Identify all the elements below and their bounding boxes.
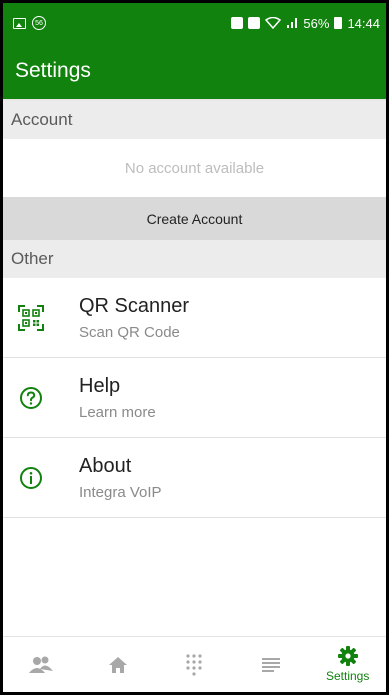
- list-item-help[interactable]: Help Learn more: [3, 358, 386, 438]
- battery-percent: 56%: [303, 15, 330, 31]
- section-header-label: Other: [11, 249, 54, 268]
- nav-home[interactable]: [88, 638, 148, 692]
- list-item-title: Help: [79, 375, 121, 397]
- status-bar: 56 56% 14:44: [3, 3, 386, 43]
- help-circle-icon: [17, 384, 45, 412]
- app-notification-icon: [231, 17, 244, 29]
- signal-icon: [287, 18, 298, 28]
- gallery-notification-icon: [13, 17, 26, 29]
- empty-state-text: No account available: [124, 159, 265, 177]
- nav-dialpad[interactable]: [164, 638, 224, 692]
- alarm-notification-icon: [248, 17, 261, 29]
- nav-contacts[interactable]: [11, 638, 71, 692]
- section-header-other: Other: [3, 240, 386, 278]
- section-header-label: Account: [11, 110, 73, 129]
- info-circle-icon: [17, 464, 45, 492]
- list-item-subtitle: Learn more: [79, 404, 156, 421]
- create-account-button[interactable]: Create Account: [3, 197, 386, 240]
- list-item-title: QR Scanner: [79, 295, 190, 317]
- phone-screen: 56 56% 14:44 Settings Account No account…: [3, 3, 386, 692]
- bottom-navigation: Settings: [3, 636, 386, 692]
- list-item-title: About: [79, 455, 132, 477]
- list-item-subtitle: Scan QR Code: [79, 324, 180, 341]
- list-item-qr-scanner[interactable]: QR Scanner Scan QR Code: [3, 278, 386, 358]
- battery-icon: [334, 17, 343, 29]
- section-header-account: Account: [3, 101, 386, 139]
- nav-settings[interactable]: Settings: [318, 638, 378, 692]
- no-account-message: No account available: [3, 139, 386, 197]
- wifi-icon: [265, 17, 282, 29]
- nav-list[interactable]: [241, 638, 301, 692]
- home-icon: [108, 656, 127, 673]
- clock: 14:44: [347, 15, 380, 31]
- dialpad-icon: [186, 653, 203, 676]
- list-item-subtitle: Integra VoIP: [79, 484, 162, 501]
- gear-icon: [337, 646, 358, 666]
- app-bar: Settings: [3, 43, 386, 101]
- nav-label-settings: Settings: [325, 669, 370, 683]
- page-title: Settings: [15, 59, 91, 82]
- list-item-about[interactable]: About Integra VoIP: [3, 438, 386, 518]
- qr-code-icon: [17, 304, 45, 332]
- list-icon: [262, 657, 281, 672]
- contacts-icon: [29, 656, 54, 673]
- badge-notification-icon: 56: [32, 16, 46, 30]
